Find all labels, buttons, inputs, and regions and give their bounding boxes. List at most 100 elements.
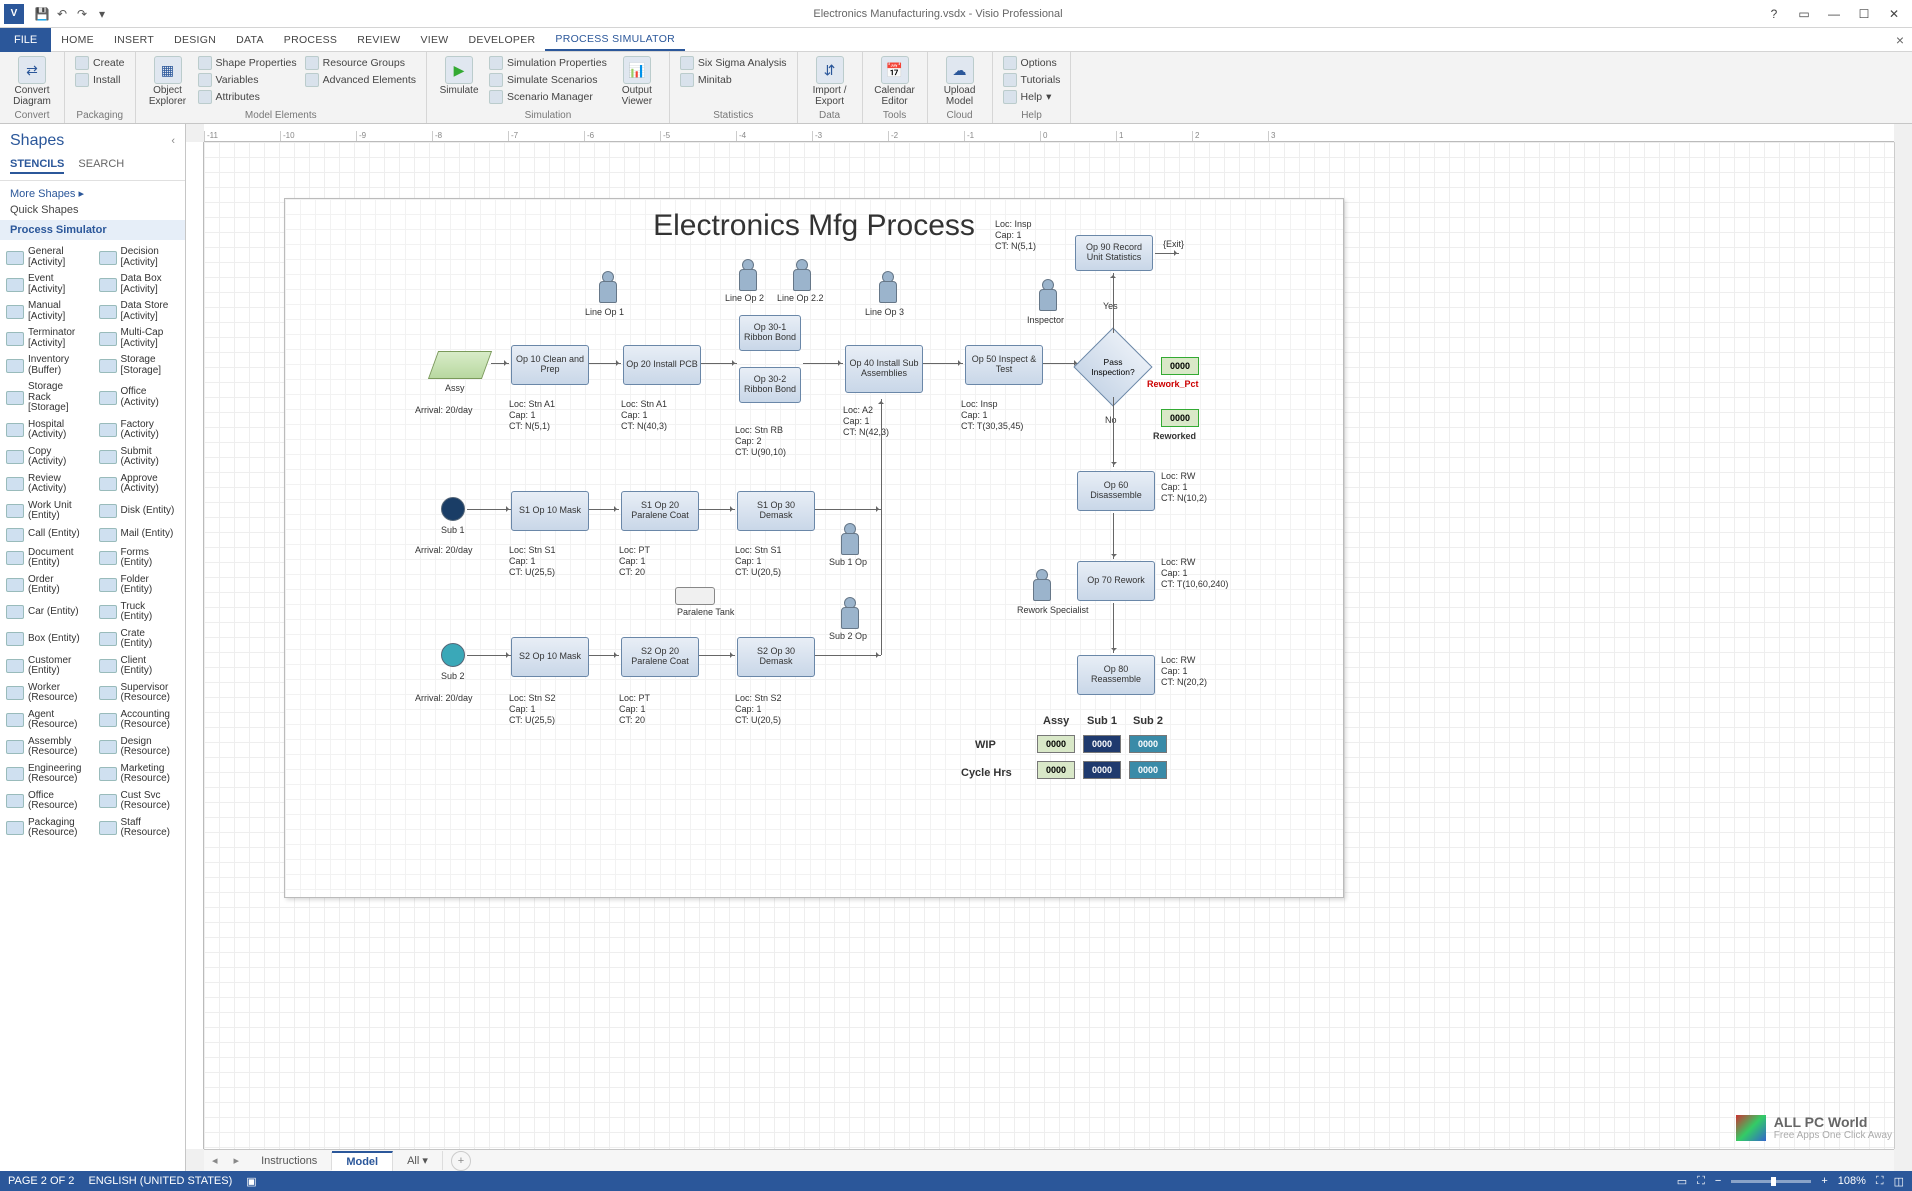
shape-stencil-item[interactable]: Storage Rack [Storage] — [0, 379, 93, 417]
op20-box[interactable]: Op 20 Install PCB — [623, 345, 701, 385]
shape-stencil-item[interactable]: Decision [Activity] — [93, 244, 186, 271]
shape-stencil-item[interactable]: Marketing (Resource) — [93, 761, 186, 788]
resource-groups-button[interactable]: Resource Groups — [303, 55, 418, 71]
s2op20-box[interactable]: S2 Op 20 Paralene Coat — [621, 637, 699, 677]
shape-stencil-item[interactable]: Work Unit (Entity) — [0, 498, 93, 525]
file-tab[interactable]: FILE — [0, 28, 51, 52]
tab-process[interactable]: PROCESS — [274, 30, 347, 50]
calendar-editor-button[interactable]: 📅Calendar Editor — [871, 54, 919, 107]
s1op10-box[interactable]: S1 Op 10 Mask — [511, 491, 589, 531]
macro-record-icon[interactable]: ▣ — [246, 1175, 256, 1188]
person-icon[interactable] — [839, 597, 859, 629]
tab-developer[interactable]: DEVELOPER — [459, 30, 546, 50]
minimize-icon[interactable]: — — [1820, 4, 1848, 24]
zoom-level[interactable]: 108% — [1838, 1175, 1866, 1187]
shape-stencil-item[interactable]: Disk (Entity) — [93, 498, 186, 525]
object-explorer-button[interactable]: ▦Object Explorer — [144, 54, 192, 107]
help-button[interactable]: Help ▾ — [1001, 89, 1063, 105]
paralene-tank-shape[interactable] — [675, 587, 715, 605]
help-icon[interactable]: ? — [1760, 4, 1788, 24]
fit-page-icon[interactable]: ⛶ — [1697, 1175, 1705, 1188]
person-icon[interactable] — [1037, 279, 1057, 311]
person-icon[interactable] — [737, 259, 757, 291]
drawing-page[interactable]: Electronics Mfg Process Line Op 1 Line O… — [284, 198, 1344, 898]
tab-process-simulator[interactable]: PROCESS SIMULATOR — [545, 29, 685, 51]
variables-button[interactable]: Variables — [196, 72, 299, 88]
shape-stencil-item[interactable]: Cust Svc (Resource) — [93, 788, 186, 815]
shape-stencil-item[interactable]: Storage [Storage] — [93, 352, 186, 379]
shape-stencil-item[interactable]: Submit (Activity) — [93, 444, 186, 471]
s2op10-box[interactable]: S2 Op 10 Mask — [511, 637, 589, 677]
maximize-icon[interactable]: ☐ — [1850, 4, 1878, 24]
redo-icon[interactable]: ↷ — [74, 6, 90, 22]
status-language[interactable]: ENGLISH (UNITED STATES) — [88, 1175, 232, 1188]
shape-stencil-item[interactable]: Data Store [Activity] — [93, 298, 186, 325]
op30-1-box[interactable]: Op 30-1 Ribbon Bond — [739, 315, 801, 351]
shape-stencil-item[interactable]: Inventory (Buffer) — [0, 352, 93, 379]
tab-data[interactable]: DATA — [226, 30, 274, 50]
shape-stencil-item[interactable]: Accounting (Resource) — [93, 707, 186, 734]
shape-stencil-item[interactable]: Forms (Entity) — [93, 545, 186, 572]
person-icon[interactable] — [791, 259, 811, 291]
quick-shapes-link[interactable]: Quick Shapes — [0, 200, 185, 220]
shape-stencil-item[interactable]: General [Activity] — [0, 244, 93, 271]
shape-stencil-item[interactable]: Folder (Entity) — [93, 572, 186, 599]
zoom-out-icon[interactable]: − — [1715, 1175, 1721, 1187]
assy-start-shape[interactable] — [428, 351, 492, 379]
tab-design[interactable]: DESIGN — [164, 30, 226, 50]
shape-stencil-item[interactable]: Crate (Entity) — [93, 626, 186, 653]
simulate-button[interactable]: ▶Simulate — [435, 54, 483, 97]
shape-stencil-item[interactable]: Multi-Cap [Activity] — [93, 325, 186, 352]
op70-box[interactable]: Op 70 Rework — [1077, 561, 1155, 601]
shape-stencil-item[interactable]: Client (Entity) — [93, 653, 186, 680]
import-export-button[interactable]: ⇵Import / Export — [806, 54, 854, 107]
simulation-properties-button[interactable]: Simulation Properties — [487, 55, 609, 71]
shape-stencil-item[interactable]: Box (Entity) — [0, 626, 93, 653]
undo-icon[interactable]: ↶ — [54, 6, 70, 22]
stencils-tab[interactable]: STENCILS — [10, 158, 64, 174]
shape-stencil-item[interactable]: Copy (Activity) — [0, 444, 93, 471]
shape-stencil-item[interactable]: Factory (Activity) — [93, 417, 186, 444]
zoom-in-icon[interactable]: + — [1821, 1175, 1827, 1187]
shape-stencil-item[interactable]: Terminator [Activity] — [0, 325, 93, 352]
save-icon[interactable]: 💾 — [34, 6, 50, 22]
shape-stencil-item[interactable]: Approve (Activity) — [93, 471, 186, 498]
fit-window-icon[interactable]: ⛶ — [1876, 1175, 1884, 1188]
shape-stencil-item[interactable]: Staff (Resource) — [93, 815, 186, 842]
op40-box[interactable]: Op 40 Install Sub Assemblies — [845, 345, 923, 393]
tab-scroll-left-icon[interactable]: ◂ — [204, 1154, 226, 1167]
shape-stencil-item[interactable]: Document (Entity) — [0, 545, 93, 572]
shape-stencil-item[interactable]: Design (Resource) — [93, 734, 186, 761]
shape-stencil-item[interactable]: Engineering (Resource) — [0, 761, 93, 788]
attributes-button[interactable]: Attributes — [196, 89, 299, 105]
close-icon[interactable]: ✕ — [1880, 4, 1908, 24]
scenario-manager-button[interactable]: Scenario Manager — [487, 89, 609, 105]
tab-scroll-right-icon[interactable]: ▸ — [226, 1154, 248, 1167]
shape-stencil-item[interactable]: Manual [Activity] — [0, 298, 93, 325]
collapse-shapes-icon[interactable]: ‹ — [171, 135, 175, 147]
shape-stencil-item[interactable]: Assembly (Resource) — [0, 734, 93, 761]
ribbon-collapse-icon[interactable]: ▭ — [1790, 4, 1818, 24]
shape-stencil-item[interactable]: Office (Resource) — [0, 788, 93, 815]
shape-stencil-item[interactable]: Mail (Entity) — [93, 525, 186, 545]
s1op30-box[interactable]: S1 Op 30 Demask — [737, 491, 815, 531]
op60-box[interactable]: Op 60 Disassemble — [1077, 471, 1155, 511]
shape-stencil-item[interactable]: Packaging (Resource) — [0, 815, 93, 842]
sub2-entity[interactable] — [441, 643, 465, 667]
tab-review[interactable]: REVIEW — [347, 30, 410, 50]
shape-stencil-item[interactable]: Truck (Entity) — [93, 599, 186, 626]
tutorials-button[interactable]: Tutorials — [1001, 72, 1063, 88]
output-viewer-button[interactable]: 📊Output Viewer — [613, 54, 661, 107]
shape-stencil-item[interactable]: Hospital (Activity) — [0, 417, 93, 444]
op30-2-box[interactable]: Op 30-2 Ribbon Bond — [739, 367, 801, 403]
vertical-scrollbar[interactable] — [1894, 142, 1912, 1149]
shape-stencil-item[interactable]: Event [Activity] — [0, 271, 93, 298]
person-icon[interactable] — [877, 271, 897, 303]
simulate-scenarios-button[interactable]: Simulate Scenarios — [487, 72, 609, 88]
shape-properties-button[interactable]: Shape Properties — [196, 55, 299, 71]
shape-stencil-item[interactable]: Review (Activity) — [0, 471, 93, 498]
op50-box[interactable]: Op 50 Inspect & Test — [965, 345, 1043, 385]
more-shapes-link[interactable]: More Shapes ▸ — [0, 181, 185, 200]
add-page-button[interactable]: + — [451, 1151, 471, 1171]
op10-box[interactable]: Op 10 Clean and Prep — [511, 345, 589, 385]
